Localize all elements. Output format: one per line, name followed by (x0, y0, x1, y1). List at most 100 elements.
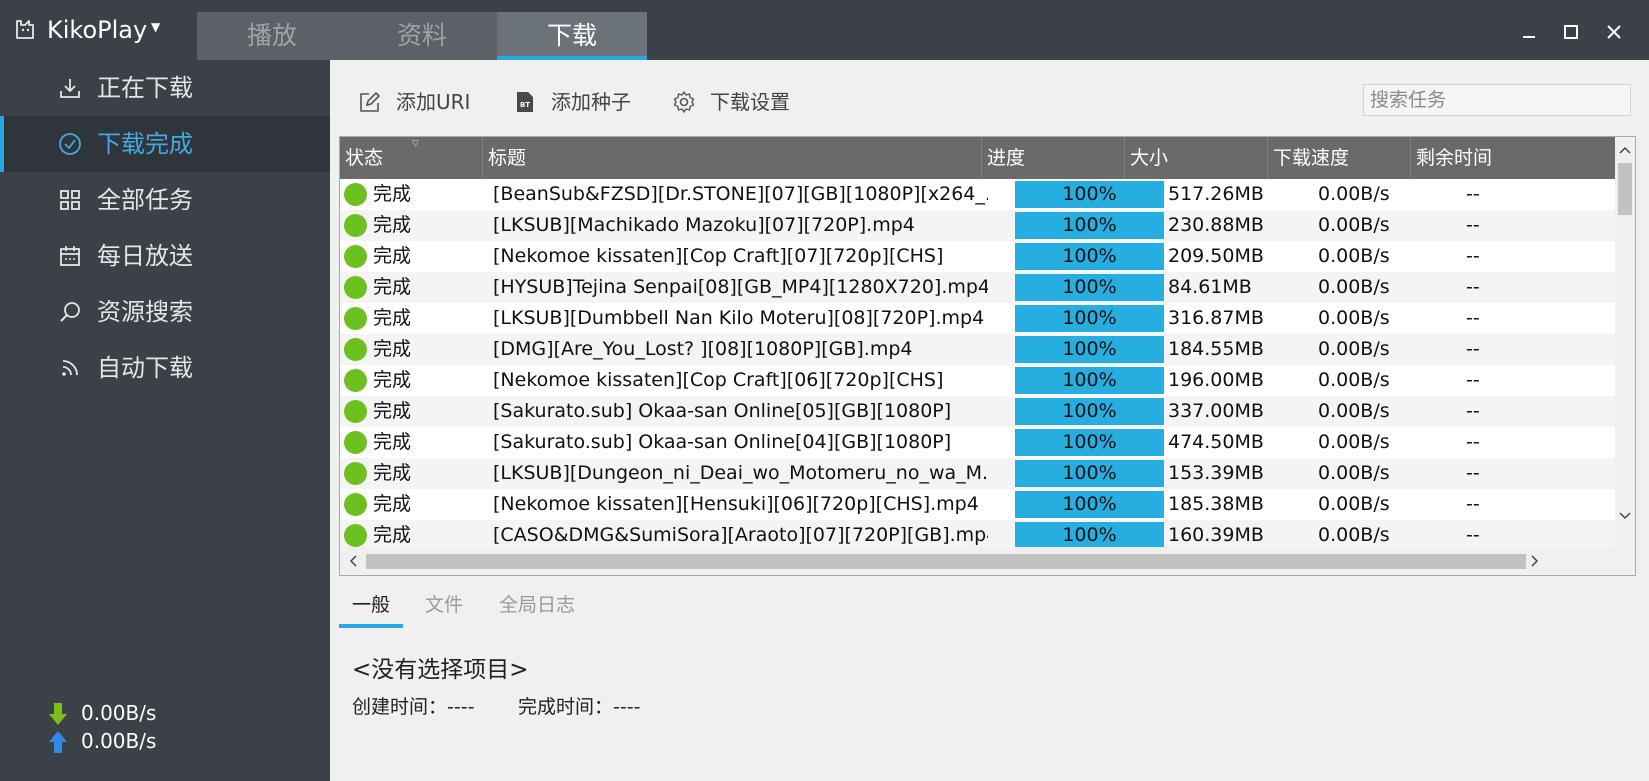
vertical-scroll-thumb[interactable] (1618, 163, 1632, 215)
app-name[interactable]: KikoPlay (47, 14, 147, 46)
progress-text: 100% (1062, 183, 1117, 205)
table-row[interactable]: 完成 [Sakurato.sub] Okaa-san Online[05][GB]… (340, 396, 1615, 427)
speed-cell: 0.00B/s (1318, 462, 1390, 484)
status-cell: 完成 (373, 493, 412, 515)
progress-cell: 100% (1015, 241, 1164, 272)
status-complete-icon (344, 276, 367, 299)
title-bar: KikoPlay ▼ 播放 资料 下载 (0, 0, 1649, 60)
check-circle-icon (59, 133, 81, 155)
search-icon (60, 302, 80, 322)
status-cell: 完成 (373, 431, 412, 453)
close-icon[interactable] (1602, 20, 1626, 44)
progress-text: 100% (1062, 276, 1117, 298)
speed-cell: 0.00B/s (1318, 431, 1390, 453)
sidebar: 正在下载 下载完成 全部任务 每日放送 资源搜索 自动下载 0.00B/s 0.… (0, 60, 330, 781)
title-cell: [LKSUB][Dumbbell Nan Kilo Moteru][08][72… (493, 307, 985, 329)
title-cell: [BeanSub&FZSD][Dr.STONE][07][GB][1080P][… (493, 183, 988, 205)
remaining-cell: -- (1466, 462, 1480, 484)
column-header-title[interactable]: 标题 (483, 137, 982, 179)
table-row[interactable]: 完成 [LKSUB][Machikado Mazoku][07][720P].mp… (340, 210, 1615, 241)
tab-global-log[interactable]: 全局日志 (499, 590, 575, 620)
progress-text: 100% (1062, 431, 1117, 453)
app-menu-caret-icon[interactable]: ▼ (151, 20, 160, 34)
size-cell: 185.38MB (1168, 493, 1264, 515)
sidebar-item-all-tasks[interactable]: 全部任务 (0, 172, 330, 228)
size-cell: 337.00MB (1168, 400, 1264, 422)
progress-cell: 100% (1015, 272, 1164, 303)
minimize-icon[interactable] (1517, 20, 1541, 44)
table-row[interactable]: 完成 [Nekomoe kissaten][Hensuki][06][720p][… (340, 489, 1615, 520)
scroll-up-icon[interactable] (1619, 145, 1631, 157)
column-header-status[interactable]: 状态 ▽ (340, 137, 483, 179)
task-search-input[interactable] (1363, 84, 1631, 116)
table-row[interactable]: 完成 [Nekomoe kissaten][Cop Craft][06][720p… (340, 365, 1615, 396)
remaining-cell: -- (1466, 431, 1480, 453)
table-row[interactable]: 完成 [DMG][Are_You_Lost? ][08][1080P][GB].m… (340, 334, 1615, 365)
sidebar-item-label: 自动下载 (97, 354, 193, 382)
progress-text: 100% (1062, 307, 1117, 329)
column-header-progress[interactable]: 进度 (982, 137, 1125, 179)
vertical-scrollbar[interactable] (1615, 137, 1635, 547)
table-row[interactable]: 完成 [LKSUB][Dungeon_ni_Deai_wo_Motomeru_no… (340, 458, 1615, 489)
status-complete-icon (344, 462, 367, 485)
finished-time-label: 完成时间：---- (518, 696, 641, 718)
remaining-cell: -- (1466, 183, 1480, 205)
scroll-right-icon[interactable] (1528, 555, 1540, 567)
horizontal-scrollbar[interactable] (340, 547, 1635, 575)
sidebar-item-label: 正在下载 (97, 74, 193, 102)
tab-play[interactable]: 播放 (197, 12, 347, 60)
column-header-remaining[interactable]: 剩余时间 (1411, 137, 1615, 179)
status-cell: 完成 (373, 214, 412, 236)
size-cell: 230.88MB (1168, 214, 1264, 236)
scroll-down-icon[interactable] (1619, 509, 1631, 521)
size-cell: 517.26MB (1168, 183, 1264, 205)
sidebar-item-downloading[interactable]: 正在下载 (0, 60, 330, 116)
title-cell: [Nekomoe kissaten][Hensuki][06][720p][CH… (493, 493, 979, 515)
table-row[interactable]: 完成 [BeanSub&FZSD][Dr.STONE][07][GB][1080P… (340, 179, 1615, 210)
size-cell: 316.87MB (1168, 307, 1264, 329)
column-header-size[interactable]: 大小 (1125, 137, 1268, 179)
tab-library[interactable]: 资料 (347, 12, 497, 60)
progress-text: 100% (1062, 524, 1117, 546)
tab-general[interactable]: 一般 (352, 590, 390, 620)
maximize-icon[interactable] (1559, 20, 1583, 44)
sidebar-item-daily-broadcast[interactable]: 每日放送 (0, 228, 330, 284)
table-row[interactable]: 完成 [LKSUB][Dumbbell Nan Kilo Moteru][08][… (340, 303, 1615, 334)
torrent-file-icon: BT (517, 92, 533, 112)
scroll-left-icon[interactable] (348, 555, 360, 567)
sidebar-item-auto-download[interactable]: 自动下载 (0, 340, 330, 396)
horizontal-scroll-thumb[interactable] (366, 554, 1526, 569)
sort-indicator-icon: ▽ (412, 139, 419, 149)
status-complete-icon (344, 183, 367, 206)
status-cell: 完成 (373, 307, 412, 329)
sidebar-item-label: 下载完成 (97, 130, 193, 158)
add-uri-label: 添加URI (396, 90, 471, 114)
progress-text: 100% (1062, 462, 1117, 484)
sidebar-item-label: 每日放送 (97, 242, 193, 270)
status-cell: 完成 (373, 338, 412, 360)
speed-cell: 0.00B/s (1318, 245, 1390, 267)
progress-cell: 100% (1015, 179, 1164, 210)
remaining-cell: -- (1466, 245, 1480, 267)
status-complete-icon (344, 214, 367, 237)
remaining-cell: -- (1466, 307, 1480, 329)
tab-download[interactable]: 下载 (497, 12, 647, 60)
app-logo-icon (16, 20, 34, 39)
column-header-status-label: 状态 (345, 147, 384, 169)
status-cell: 完成 (373, 524, 412, 546)
table-row[interactable]: 完成 [HYSUB]Tejina Senpai[08][GB_MP4][1280X… (340, 272, 1615, 303)
remaining-cell: -- (1466, 214, 1480, 236)
column-header-speed[interactable]: 下载速度 (1268, 137, 1411, 179)
title-cell: [Nekomoe kissaten][Cop Craft][06][720p][… (493, 369, 944, 391)
table-row[interactable]: 完成 [Sakurato.sub] Okaa-san Online[04][GB]… (340, 427, 1615, 458)
created-time-label: 创建时间：---- (352, 696, 475, 718)
speed-cell: 0.00B/s (1318, 214, 1390, 236)
speed-cell: 0.00B/s (1318, 307, 1390, 329)
table-row[interactable]: 完成 [Nekomoe kissaten][Cop Craft][07][720p… (340, 241, 1615, 272)
size-cell: 209.50MB (1168, 245, 1264, 267)
title-cell: [Sakurato.sub] Okaa-san Online[05][GB][1… (493, 400, 952, 422)
sidebar-item-completed[interactable]: 下载完成 (0, 116, 330, 172)
tab-files[interactable]: 文件 (425, 590, 463, 620)
sidebar-item-resource-search[interactable]: 资源搜索 (0, 284, 330, 340)
table-row[interactable]: 完成 [CASO&DMG&SumiSora][Araoto][07][720P][… (340, 520, 1615, 547)
